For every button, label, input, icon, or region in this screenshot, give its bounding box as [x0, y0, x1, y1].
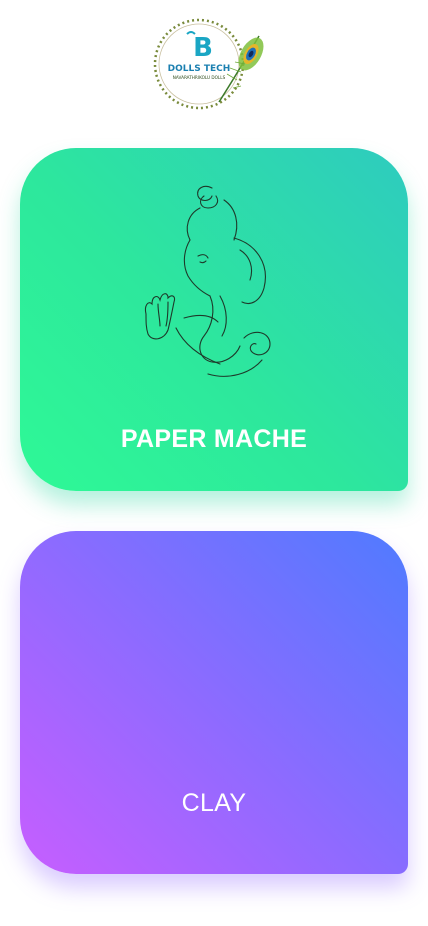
category-card-clay[interactable]: CLAY: [20, 531, 408, 874]
category-card-paper-mache[interactable]: PAPER MACHE: [20, 148, 408, 491]
svg-text:B: B: [193, 33, 213, 63]
category-label-paper-mache: PAPER MACHE: [120, 425, 308, 453]
brand-logo: B DOLLS TECH NAVARATHRIKOLU DOLLS: [141, 0, 271, 112]
logo-subtitle: NAVARATHRIKOLU DOLLS: [173, 75, 226, 80]
logo-title: DOLLS TECH: [168, 64, 231, 74]
category-label-clay: CLAY: [181, 789, 247, 817]
ganesha-sketch-icon: [124, 178, 278, 390]
